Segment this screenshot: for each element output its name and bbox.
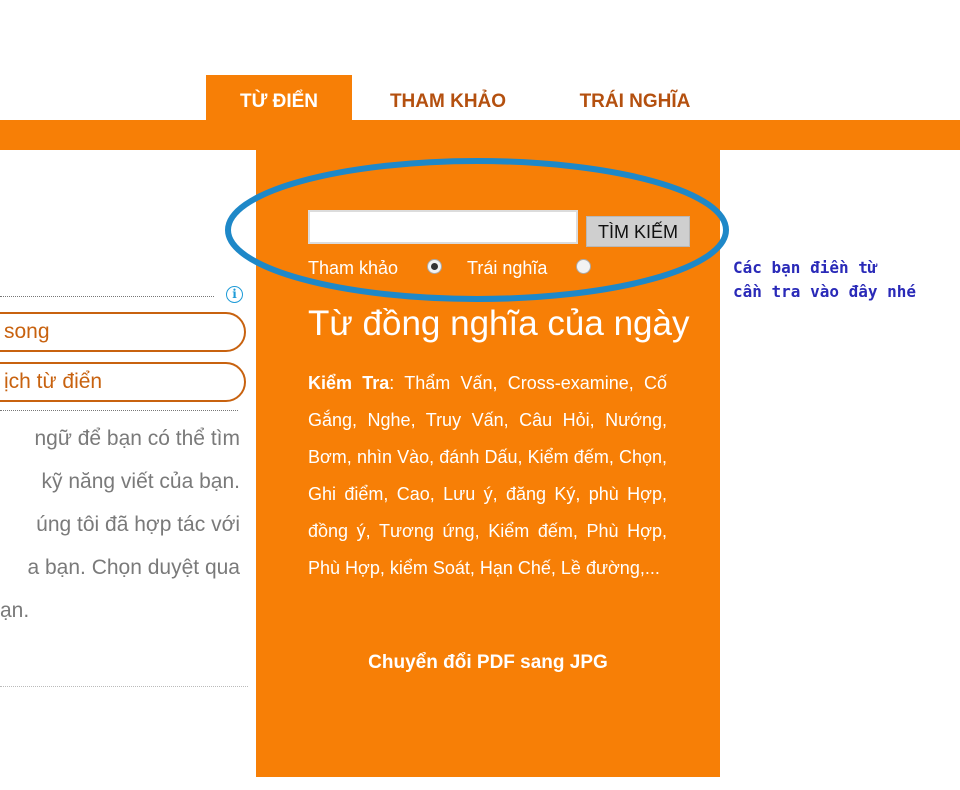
divider — [0, 296, 214, 297]
paragraph-line: kỹ năng viết của bạn. — [41, 470, 240, 493]
paragraph-line: úng tôi đã hợp tác với — [36, 513, 240, 536]
tab-tu-dien[interactable]: TỪ ĐIỂN — [206, 75, 352, 125]
annotation-note: Các bạn điền từ cần tra vào đây nhé — [733, 256, 953, 304]
left-pill-link-1[interactable]: song — [0, 312, 246, 352]
paragraph-line: ạn. — [0, 599, 30, 622]
pdf-to-jpg-link[interactable]: Chuyển đổi PDF sang JPG — [256, 652, 720, 674]
tab-tham-khao[interactable]: THAM KHẢO — [372, 75, 524, 125]
paragraph-line: a bạn. Chọn duyệt qua — [27, 556, 240, 579]
divider — [0, 410, 238, 411]
synonym-list: Kiểm Tra: Thẩm Vấn, Cross-examine, Cố Gắ… — [308, 365, 667, 587]
annotation-line-2: cần tra vào đây nhé — [733, 282, 917, 301]
annotation-line-1: Các bạn điền từ — [733, 258, 878, 277]
left-pill-link-2[interactable]: ịch từ điển — [0, 362, 246, 402]
synonym-values: : Thẩm Vấn, Cross-examine, Cố Gắng, Nghe… — [308, 373, 667, 578]
header-band — [0, 120, 960, 150]
tab-trai-nghia[interactable]: TRÁI NGHĨA — [560, 75, 710, 125]
synonym-term[interactable]: Kiểm Tra — [308, 373, 389, 393]
divider — [0, 686, 248, 687]
paragraph-line: ngữ để bạn có thể tìm — [34, 427, 240, 450]
right-panel — [720, 150, 960, 790]
highlight-ellipse — [225, 158, 729, 302]
word-of-day-title: Từ đồng nghĩa của ngày — [308, 304, 690, 343]
